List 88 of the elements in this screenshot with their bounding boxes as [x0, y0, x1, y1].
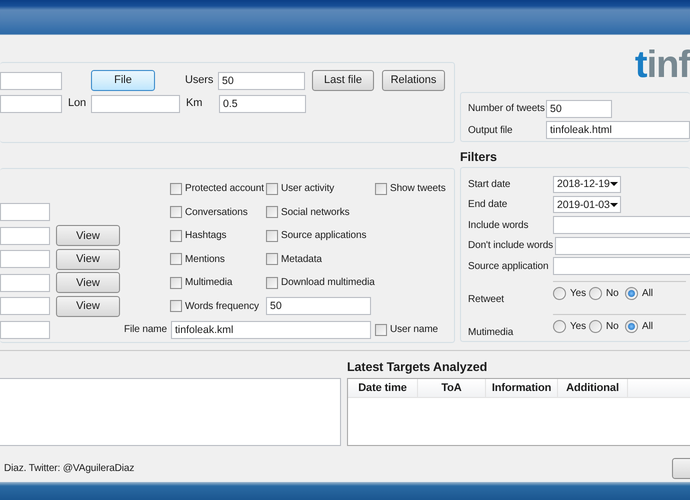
checkbox[interactable]	[170, 253, 182, 266]
checkbox[interactable]	[170, 300, 182, 312]
input-field[interactable]	[91, 94, 180, 112]
field-label: File name	[124, 323, 167, 338]
radio-label: No	[606, 320, 619, 334]
radio-label: No	[606, 286, 619, 300]
checkbox[interactable]	[266, 230, 278, 242]
field-label: Km	[186, 96, 204, 112]
section-heading: Latest Targets Analyzed	[347, 359, 488, 376]
caret-icon	[610, 182, 618, 186]
button[interactable]: View	[56, 248, 120, 270]
checkbox[interactable]	[170, 230, 182, 242]
input-field[interactable]	[0, 297, 50, 316]
checkbox[interactable]	[375, 182, 387, 195]
logo: tinf	[634, 45, 690, 85]
field-label: Output file	[468, 124, 514, 138]
radio-button[interactable]	[589, 286, 602, 300]
checkbox[interactable]	[170, 182, 182, 195]
input-field[interactable]	[0, 320, 50, 339]
field-label: Source application	[468, 260, 550, 274]
date-dropdown[interactable]: 2019-01-03	[553, 196, 621, 214]
checkbox-label: Source applications	[281, 229, 366, 244]
checkbox-label: Download multimedia	[281, 276, 375, 290]
field-label: Lon	[68, 96, 88, 112]
input-field[interactable]	[0, 72, 62, 90]
checkbox-label: Multimedia	[185, 276, 232, 290]
field-label: End date	[468, 198, 508, 212]
input-field[interactable]	[555, 236, 690, 255]
checkbox-label: Metadata	[281, 252, 322, 267]
checkbox[interactable]	[266, 206, 278, 218]
radio-label: Yes	[570, 320, 586, 334]
radio-label: Yes	[570, 286, 586, 300]
radio-label: All	[642, 320, 653, 334]
input-field[interactable]	[553, 216, 690, 234]
input-field[interactable]	[553, 257, 690, 276]
input-field[interactable]	[0, 226, 50, 245]
column-header[interactable]: Date time	[348, 379, 418, 397]
input-field[interactable]: 50	[266, 297, 371, 316]
input-field[interactable]: 50	[546, 100, 612, 118]
caret-icon	[610, 202, 618, 207]
checkbox[interactable]	[170, 206, 182, 218]
input-field[interactable]: 50	[218, 72, 305, 90]
column-header[interactable]: ToA	[418, 379, 486, 397]
input-field[interactable]	[0, 203, 50, 222]
radio-button[interactable]	[625, 286, 638, 300]
checkbox-label: Words frequency	[185, 300, 259, 314]
checkbox-label: Protected account	[185, 182, 264, 196]
field-label: Start date	[468, 178, 512, 192]
button[interactable]: Last file	[312, 70, 374, 91]
button[interactable]: File	[91, 70, 155, 91]
button[interactable]: Relations	[382, 70, 445, 91]
field-label: Retweet	[468, 292, 505, 306]
field-label: Number of tweets	[468, 102, 546, 116]
radio-button[interactable]	[589, 320, 602, 332]
date-dropdown[interactable]: 2018-12-19	[553, 176, 621, 193]
column-header[interactable]: Information	[486, 379, 558, 397]
checkbox-label: Mentions	[185, 252, 225, 267]
checkbox[interactable]	[266, 276, 278, 289]
button[interactable]: View	[56, 296, 120, 317]
field-label: Users	[185, 73, 214, 88]
checkbox-label: Show tweets	[390, 182, 446, 196]
input-field[interactable]	[0, 250, 50, 268]
radio-button[interactable]	[625, 320, 638, 332]
checkbox-label: Hashtags	[185, 229, 226, 244]
input-field[interactable]: tinfoleak.html	[546, 121, 690, 140]
checkbox[interactable]	[266, 182, 278, 195]
input-field[interactable]	[0, 94, 62, 112]
input-field[interactable]: 0.5	[219, 94, 306, 112]
input-field[interactable]	[0, 274, 50, 292]
credit-text: Diaz. Twitter: @VAguileraDiaz	[4, 462, 134, 476]
section-heading: Filters	[460, 149, 498, 166]
checkbox[interactable]	[266, 253, 278, 266]
radio-label: All	[642, 286, 653, 300]
radio-button[interactable]	[553, 320, 566, 332]
checkbox-label: User name	[390, 323, 438, 338]
radio-button[interactable]	[553, 286, 566, 300]
button[interactable]: View	[56, 272, 120, 294]
checkbox[interactable]	[170, 276, 182, 289]
button[interactable]: View	[56, 225, 120, 246]
column-header[interactable]: Additional	[558, 379, 628, 397]
input-field[interactable]: tinfoleak.kml	[171, 320, 371, 339]
field-label: Include words	[468, 218, 530, 233]
checkbox[interactable]	[375, 324, 387, 336]
field-label: Don't include words	[468, 239, 554, 254]
checkbox-label: Social networks	[281, 206, 350, 220]
checkbox-label: User activity	[281, 182, 334, 196]
checkbox-label: Conversations	[185, 206, 248, 220]
field-label: Mutimedia	[468, 326, 514, 340]
